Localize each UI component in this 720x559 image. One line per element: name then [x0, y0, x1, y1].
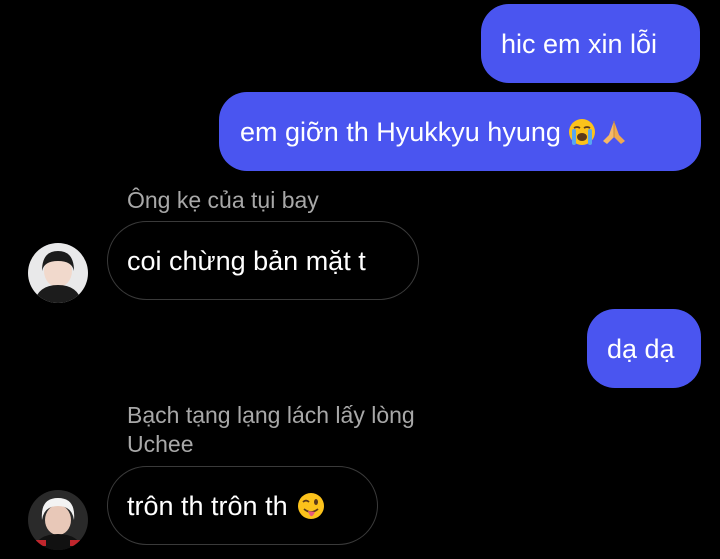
sender-name: Ông kẹ của tụi bay: [127, 187, 319, 213]
avatar-image: [28, 243, 88, 303]
message-text: trôn th trôn th: [127, 490, 288, 521]
message-text: hic em xin lỗi: [501, 28, 658, 59]
message-text: dạ dạ: [607, 333, 675, 364]
avatar-image: [28, 490, 88, 550]
sent-message-bubble[interactable]: hic em xin lỗi: [481, 4, 700, 83]
sender-name: Bạch tạng lạng lách lấy lòng Uchee: [127, 402, 415, 457]
sent-message-bubble[interactable]: em giỡn th Hyukkyu hyung: [219, 92, 701, 171]
loudly-crying-face-icon: [568, 118, 595, 145]
received-message-bubble[interactable]: coi chừng bản mặt t: [107, 221, 419, 300]
received-message-bubble[interactable]: trôn th trôn th: [107, 466, 378, 545]
sent-message-bubble[interactable]: dạ dạ: [587, 309, 701, 388]
message-text: coi chừng bản mặt t: [127, 245, 366, 276]
winking-face-with-tongue-icon: [297, 492, 324, 519]
folded-hands-icon: [602, 120, 625, 144]
avatar[interactable]: [28, 490, 88, 550]
avatar[interactable]: [28, 243, 88, 303]
message-text: em giỡn th Hyukkyu hyung: [240, 116, 561, 147]
